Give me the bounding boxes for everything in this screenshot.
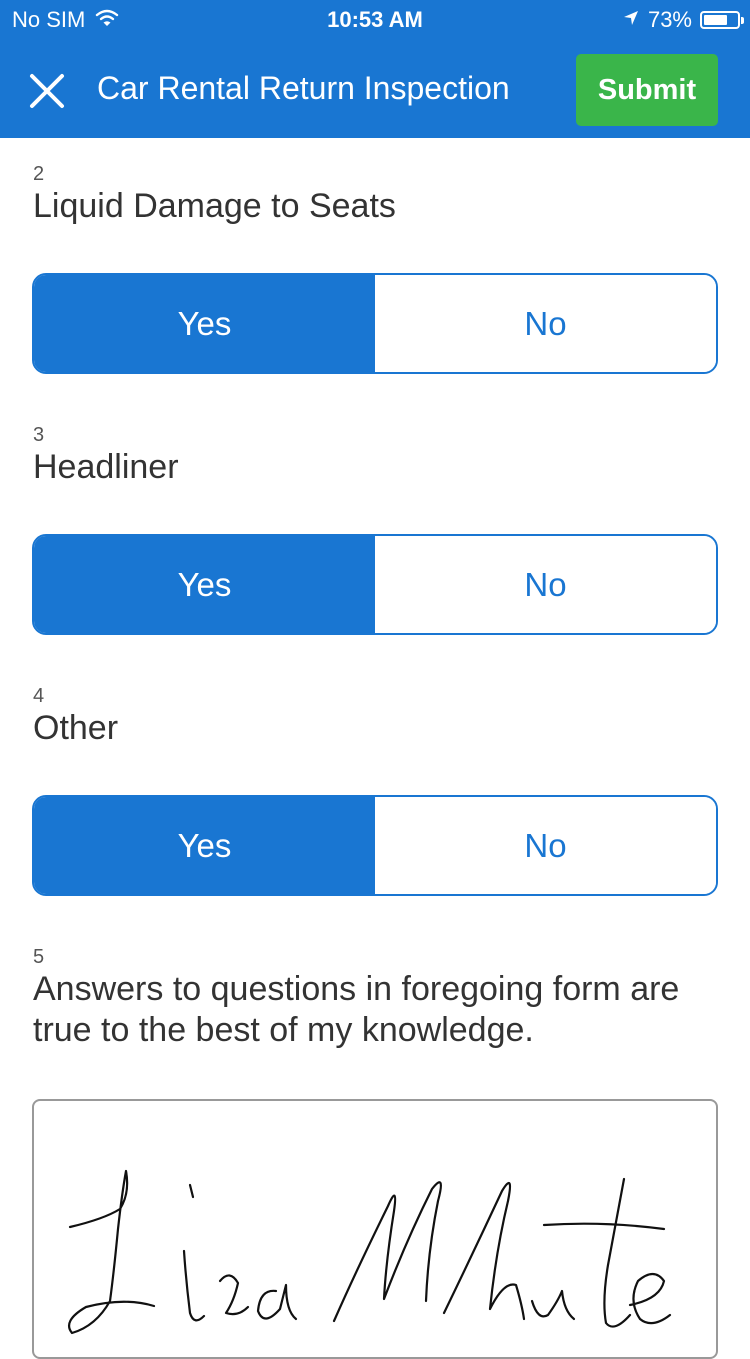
page-title: Car Rental Return Inspection xyxy=(97,70,510,106)
status-right: 73% xyxy=(622,7,744,33)
yes-no-toggle-q2: Yes No xyxy=(32,273,718,374)
question-text: Answers to questions in foregoing form a… xyxy=(33,970,680,1049)
close-icon xyxy=(30,74,64,108)
question-3: 3 Headliner xyxy=(33,423,723,488)
question-text: Other xyxy=(33,709,119,747)
status-bar: No SIM 10:53 AM 73% xyxy=(0,0,750,40)
yes-option[interactable]: Yes xyxy=(34,797,375,894)
yes-no-toggle-q3: Yes No xyxy=(32,534,718,635)
yes-no-toggle-q4: Yes No xyxy=(32,795,718,896)
question-text: Liquid Damage to Seats xyxy=(33,187,396,225)
question-number: 3 xyxy=(33,424,45,446)
signature-drawing xyxy=(68,1169,672,1335)
no-option[interactable]: No xyxy=(375,797,716,894)
close-button[interactable] xyxy=(24,68,70,114)
yes-option[interactable]: Yes xyxy=(34,536,375,633)
no-option[interactable]: No xyxy=(375,536,716,633)
question-number: 2 xyxy=(33,163,45,185)
question-text: Headliner xyxy=(33,448,179,486)
location-arrow-icon xyxy=(622,7,640,33)
battery-icon xyxy=(700,11,744,29)
question-5: 5 Answers to questions in foregoing form… xyxy=(33,945,723,1051)
question-4: 4 Other xyxy=(33,684,723,749)
battery-tip xyxy=(741,17,744,24)
no-option[interactable]: No xyxy=(375,275,716,372)
signature-pad[interactable] xyxy=(32,1099,718,1359)
battery-fill xyxy=(704,15,728,25)
question-number: 4 xyxy=(33,685,45,707)
question-2: 2 Liquid Damage to Seats xyxy=(33,162,723,227)
yes-option[interactable]: Yes xyxy=(34,275,375,372)
app-header: No SIM 10:53 AM 73% Car Rental Return In… xyxy=(0,0,750,138)
question-number: 5 xyxy=(33,946,45,968)
submit-button[interactable]: Submit xyxy=(576,54,718,126)
battery-percent: 73% xyxy=(647,7,692,32)
